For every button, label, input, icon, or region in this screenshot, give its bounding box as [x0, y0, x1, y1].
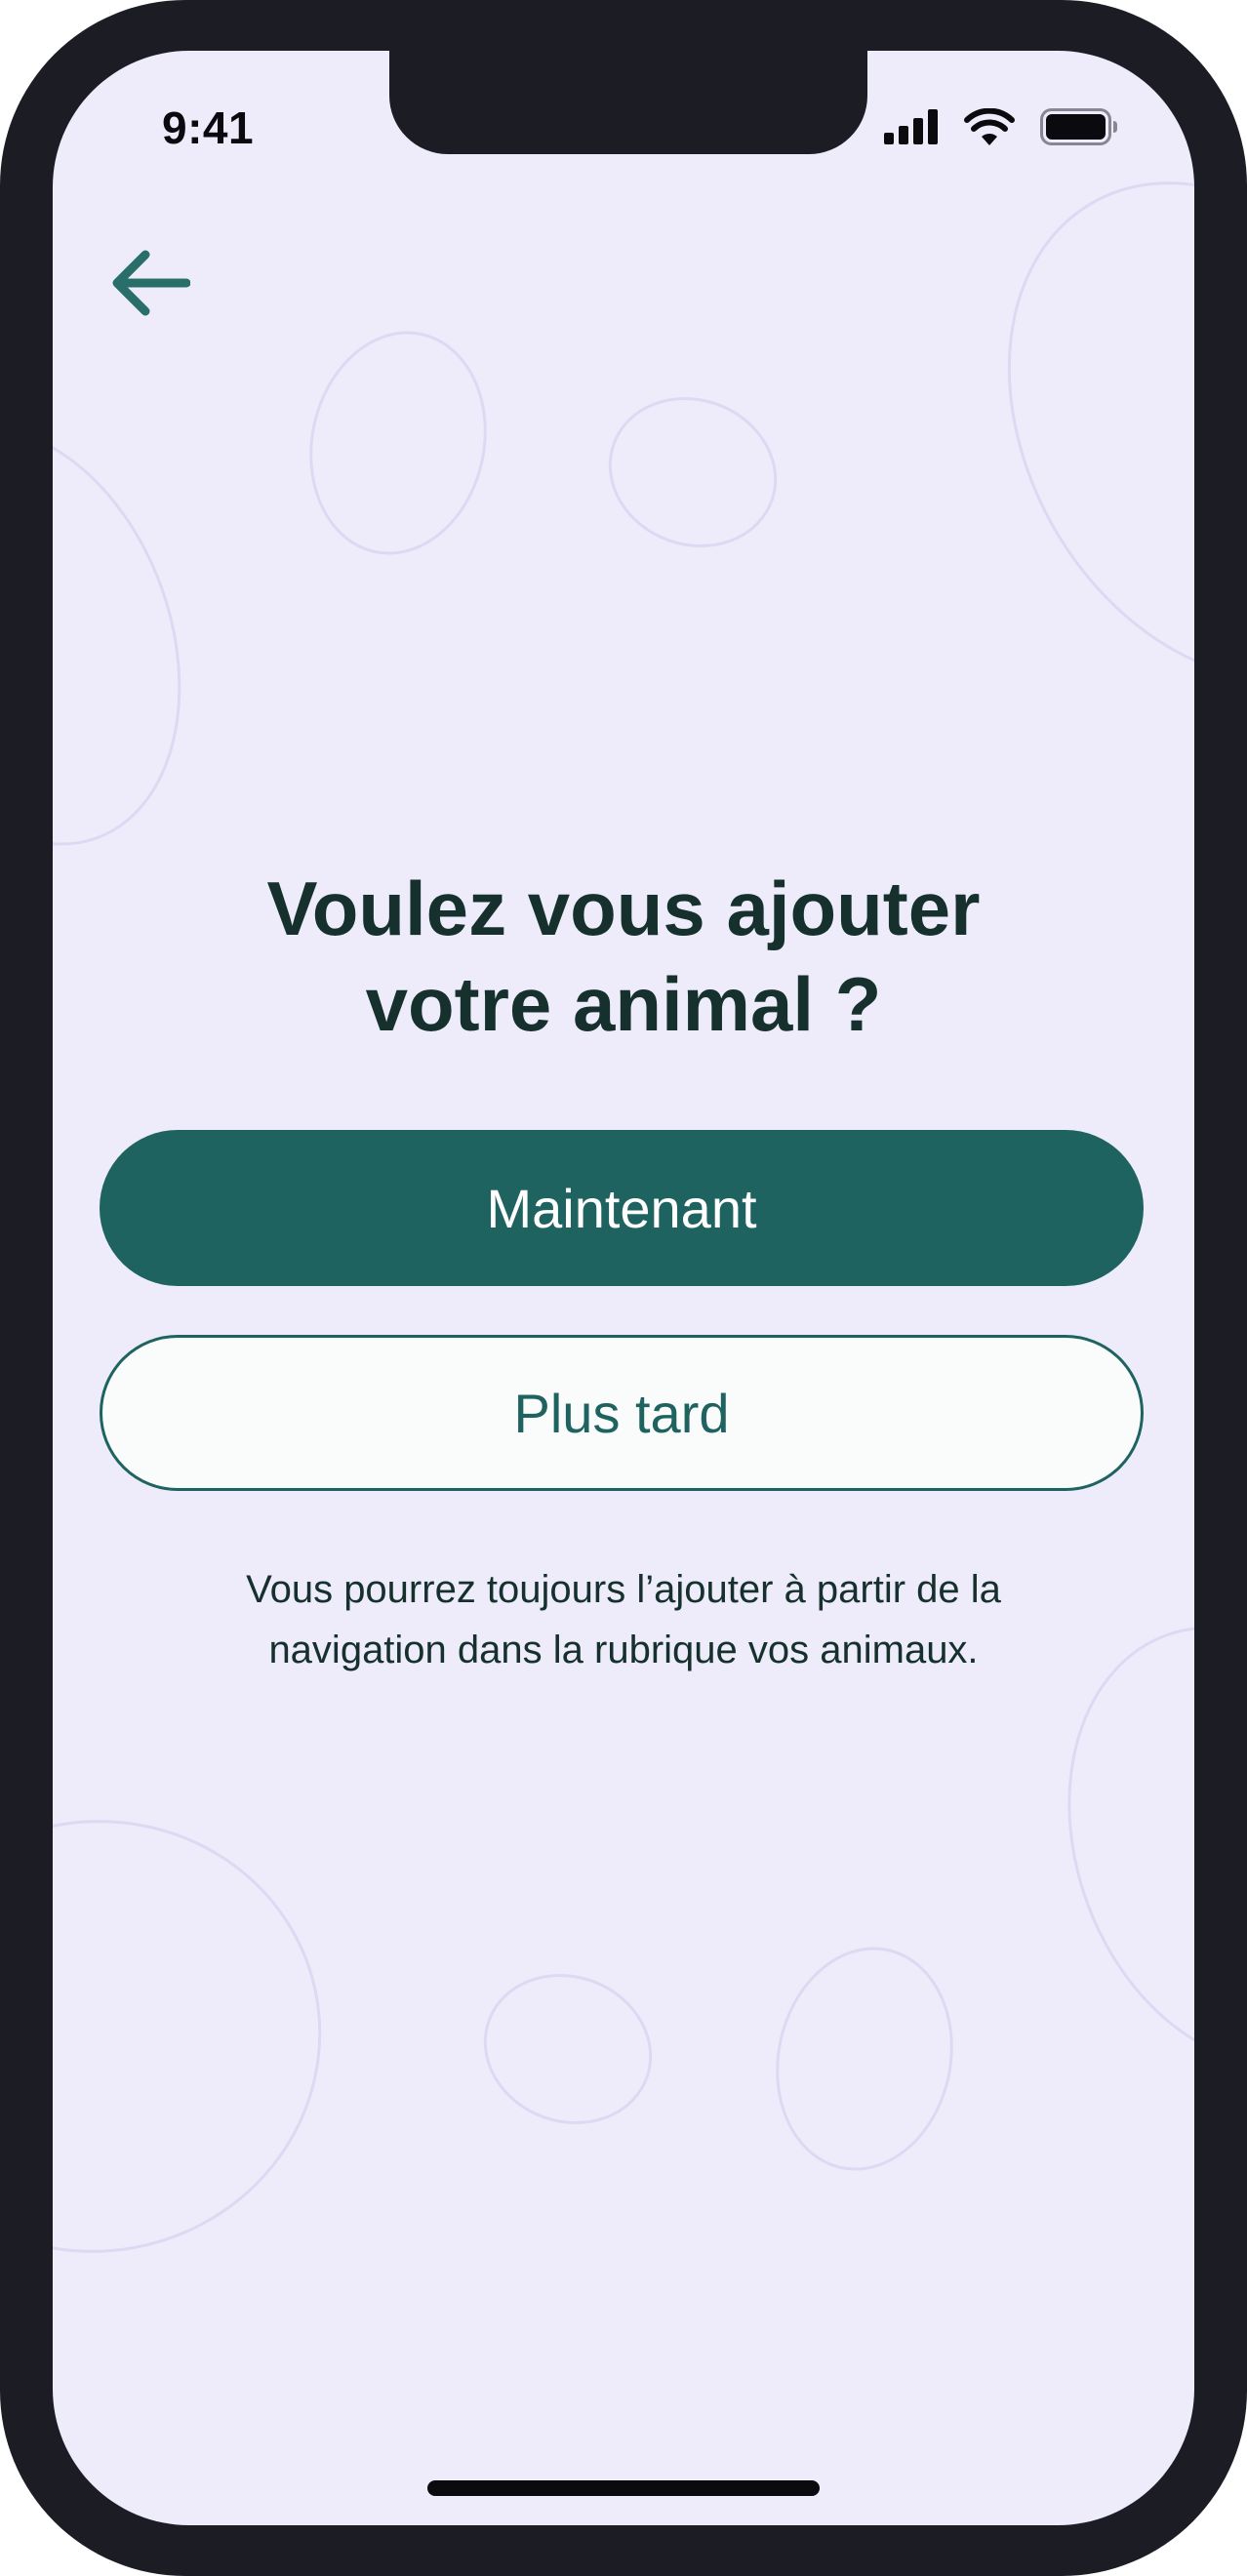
now-button[interactable]: Maintenant [100, 1130, 1144, 1286]
battery-icon [1040, 108, 1117, 145]
home-indicator[interactable] [427, 2480, 820, 2496]
phone-frame: 9:41 Voulez vous ajouter votre animal ? … [0, 0, 1247, 2576]
device-notch [389, 51, 867, 154]
status-icons [884, 107, 1118, 146]
hint-line-1: Vous pourrez toujours l’ajouter à partir… [246, 1568, 1001, 1611]
later-button[interactable]: Plus tard [100, 1335, 1144, 1491]
paw-pad-shape [776, 1947, 953, 2171]
app-screen: 9:41 Voulez vous ajouter votre animal ? … [53, 51, 1194, 2525]
paw-pad-shape [483, 1973, 653, 2125]
status-time: 9:41 [162, 102, 255, 153]
back-button[interactable] [101, 234, 199, 332]
hint-text: Vous pourrez toujours l’ajouter à partir… [53, 1559, 1194, 1680]
title-line-1: Voulez vous ajouter [266, 865, 981, 951]
paw-pad-shape [53, 426, 181, 846]
paw-pad-shape [53, 1820, 322, 2253]
wifi-icon [964, 108, 1015, 145]
page-title: Voulez vous ajouter votre animal ? [53, 861, 1194, 1052]
paw-pad-shape [608, 396, 778, 548]
title-line-2: votre animal ? [365, 961, 882, 1047]
arrow-left-icon [112, 250, 190, 316]
paw-pad-shape [309, 331, 487, 555]
hint-line-2: navigation dans la rubrique vos animaux. [268, 1629, 979, 1671]
cellular-signal-icon [884, 109, 938, 144]
background-paw-shapes [53, 181, 1194, 2253]
paw-pad-shape [1007, 181, 1194, 681]
